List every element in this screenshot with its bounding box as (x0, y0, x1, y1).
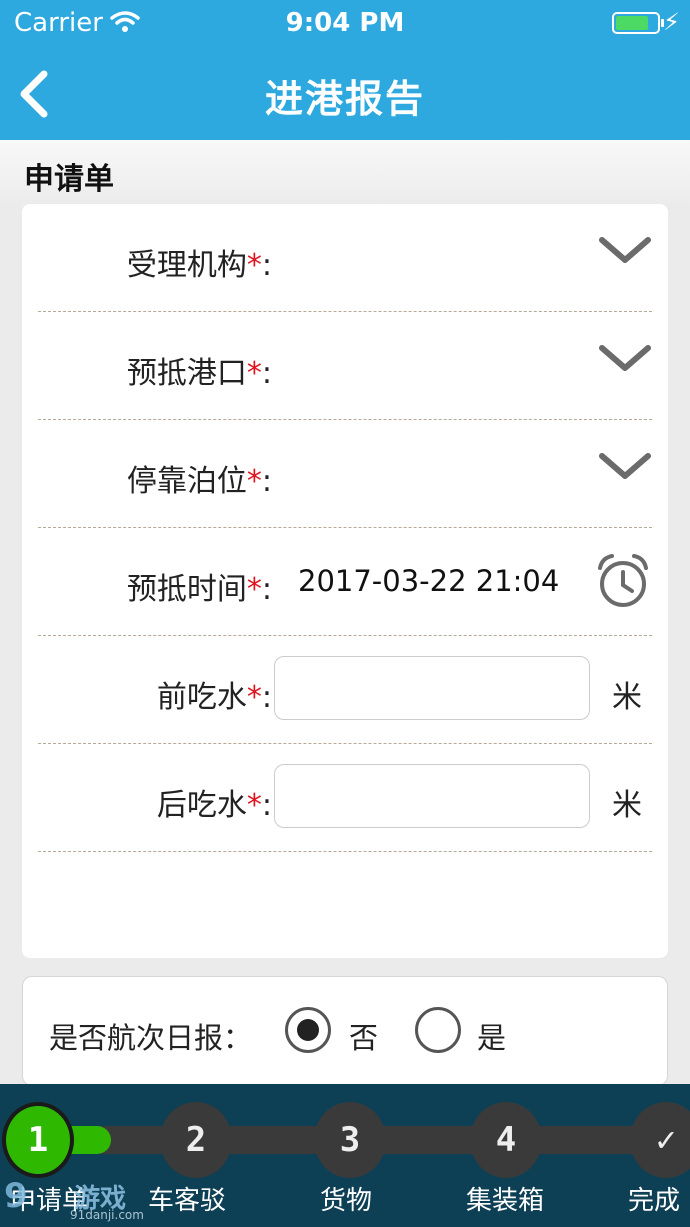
voyage-report-card: 是否航次日报： 否 是 (22, 976, 668, 1086)
step-4-circle[interactable]: 4 (470, 1102, 542, 1178)
field-label: 后吃水*: (156, 788, 272, 823)
form-row-berth[interactable]: 停靠泊位*: (38, 420, 652, 528)
form-row-fore-draft: 前吃水*: 米 (38, 636, 652, 744)
watermark-site: 91danji.com (70, 1208, 144, 1222)
field-label: 受理机构*: (126, 248, 272, 283)
chevron-down-icon[interactable] (598, 234, 652, 268)
form-card: 受理机构*: 预抵港口*: 停靠泊位*: 预抵时间*: 2017-03-22 2… (22, 204, 668, 958)
step-5-label: 完成 (628, 1186, 681, 1216)
fore-draft-input[interactable] (274, 656, 590, 720)
status-bar: Carrier 9:04 PM ⚡ (0, 0, 690, 46)
section-title: 申请单 (24, 162, 114, 197)
step-1-circle[interactable]: 1 (2, 1102, 74, 1178)
navigation-bar: Carrier 9:04 PM ⚡ 进港报告 (0, 0, 690, 140)
battery-icon (612, 12, 664, 34)
status-time: 9:04 PM (285, 8, 405, 38)
checkmark-icon[interactable]: ✓ (630, 1102, 690, 1178)
field-label: 前吃水*: (156, 680, 272, 715)
radio-yes[interactable] (415, 1007, 461, 1053)
step-4-label: 集装箱 (466, 1186, 545, 1216)
step-2-circle[interactable]: 2 (160, 1102, 232, 1178)
page-title: 进港报告 (264, 77, 425, 121)
radio-no[interactable] (285, 1007, 331, 1053)
form-row-accepting-agency[interactable]: 受理机构*: (38, 204, 652, 312)
radio-yes-label[interactable]: 是 (477, 1015, 506, 1057)
alarm-clock-icon[interactable] (594, 552, 652, 610)
watermark-logo: 9 游戏 91danji.com (4, 1176, 144, 1224)
chevron-down-icon[interactable] (598, 342, 652, 376)
step-3-label: 货物 (320, 1186, 373, 1216)
watermark-mark: 9 (4, 1176, 28, 1216)
section-header: 申请单 (0, 140, 690, 204)
unit-label: 米 (612, 788, 642, 823)
field-label: 预抵时间*: (126, 572, 272, 607)
voyage-report-question: 是否航次日报： (49, 1021, 253, 1055)
form-row-arrival-port[interactable]: 预抵港口*: (38, 312, 652, 420)
arrival-time-value[interactable]: 2017-03-22 21:04 (298, 564, 559, 598)
field-label: 预抵港口*: (126, 356, 272, 391)
unit-label: 米 (612, 680, 642, 715)
form-row-arrival-time[interactable]: 预抵时间*: 2017-03-22 21:04 (38, 528, 652, 636)
form-row-aft-draft: 后吃水*: 米 (38, 744, 652, 852)
radio-no-label[interactable]: 否 (349, 1015, 378, 1057)
step-3-circle[interactable]: 3 (314, 1102, 386, 1178)
field-label: 停靠泊位*: (126, 464, 272, 499)
aft-draft-input[interactable] (274, 764, 590, 828)
chevron-down-icon[interactable] (598, 450, 652, 484)
bolt-icon: ⚡ (663, 8, 680, 36)
step-2-label: 车客驳 (148, 1186, 227, 1216)
